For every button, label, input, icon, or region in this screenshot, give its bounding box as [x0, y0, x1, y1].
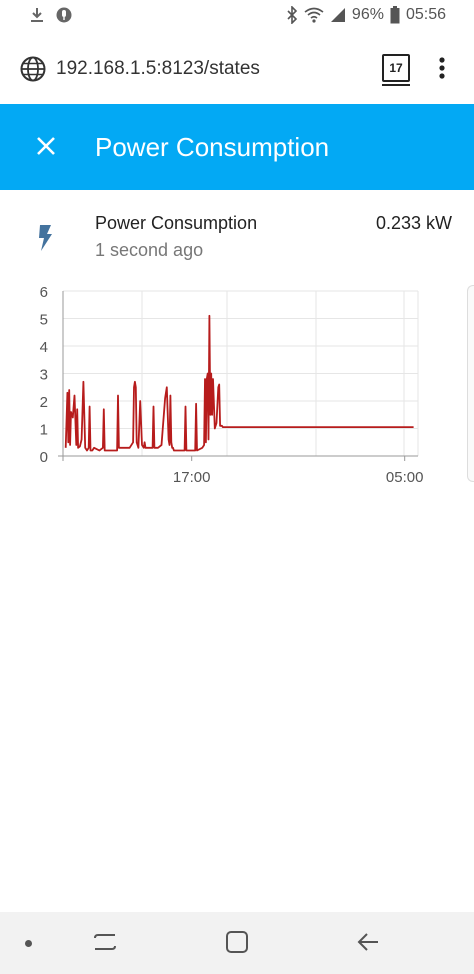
battery-icon — [390, 6, 400, 24]
y-tick-label: 0 — [40, 449, 48, 466]
battery-text: 96% — [351, 6, 384, 23]
series-line — [64, 314, 414, 452]
entity-last-changed: 1 second ago — [95, 240, 204, 260]
bluetooth-icon — [286, 6, 298, 24]
x-tick-label: 17:00 — [173, 469, 211, 486]
navigation-bar — [0, 912, 474, 974]
browser-address-bar: 192.168.1.5:8123/states 17 — [0, 34, 474, 104]
home-icon[interactable] — [225, 930, 249, 959]
tabs-icon — [382, 84, 410, 86]
status-bar: 96% 05:56 — [0, 0, 474, 34]
history-chart: 0 1 2 3 4 5 6 17:00 05:00 — [40, 284, 424, 486]
close-icon[interactable] — [34, 134, 58, 163]
wifi-icon — [304, 7, 324, 23]
y-tick-label: 3 — [40, 367, 48, 384]
y-tick-label: 5 — [40, 312, 48, 329]
keyboard-dot-icon[interactable] — [25, 940, 32, 947]
y-tick-label: 4 — [40, 339, 48, 356]
tab-switcher-button[interactable]: 17 — [382, 54, 410, 82]
x-tick-label: 05:00 — [386, 469, 424, 486]
more-vert-icon[interactable] — [438, 56, 446, 85]
flash-icon — [36, 224, 56, 257]
back-icon[interactable] — [356, 930, 380, 959]
recent-apps-icon[interactable] — [92, 930, 118, 959]
microphone-icon — [56, 7, 72, 23]
url-field[interactable]: 192.168.1.5:8123/states — [56, 58, 260, 80]
entity-name: Power Consumption — [95, 213, 258, 233]
clock: 05:56 — [405, 6, 446, 23]
entity-state: 0.233 kW — [375, 213, 452, 233]
y-tick-label: 2 — [40, 394, 48, 411]
download-icon — [28, 6, 46, 24]
signal-icon — [330, 7, 346, 23]
scroll-handle[interactable] — [467, 285, 474, 482]
dialog-title: Power Consumption — [95, 132, 330, 162]
y-tick-label: 6 — [40, 284, 48, 301]
globe-icon — [20, 56, 46, 87]
dialog-header: Power Consumption — [0, 104, 474, 190]
y-tick-label: 1 — [40, 422, 48, 439]
